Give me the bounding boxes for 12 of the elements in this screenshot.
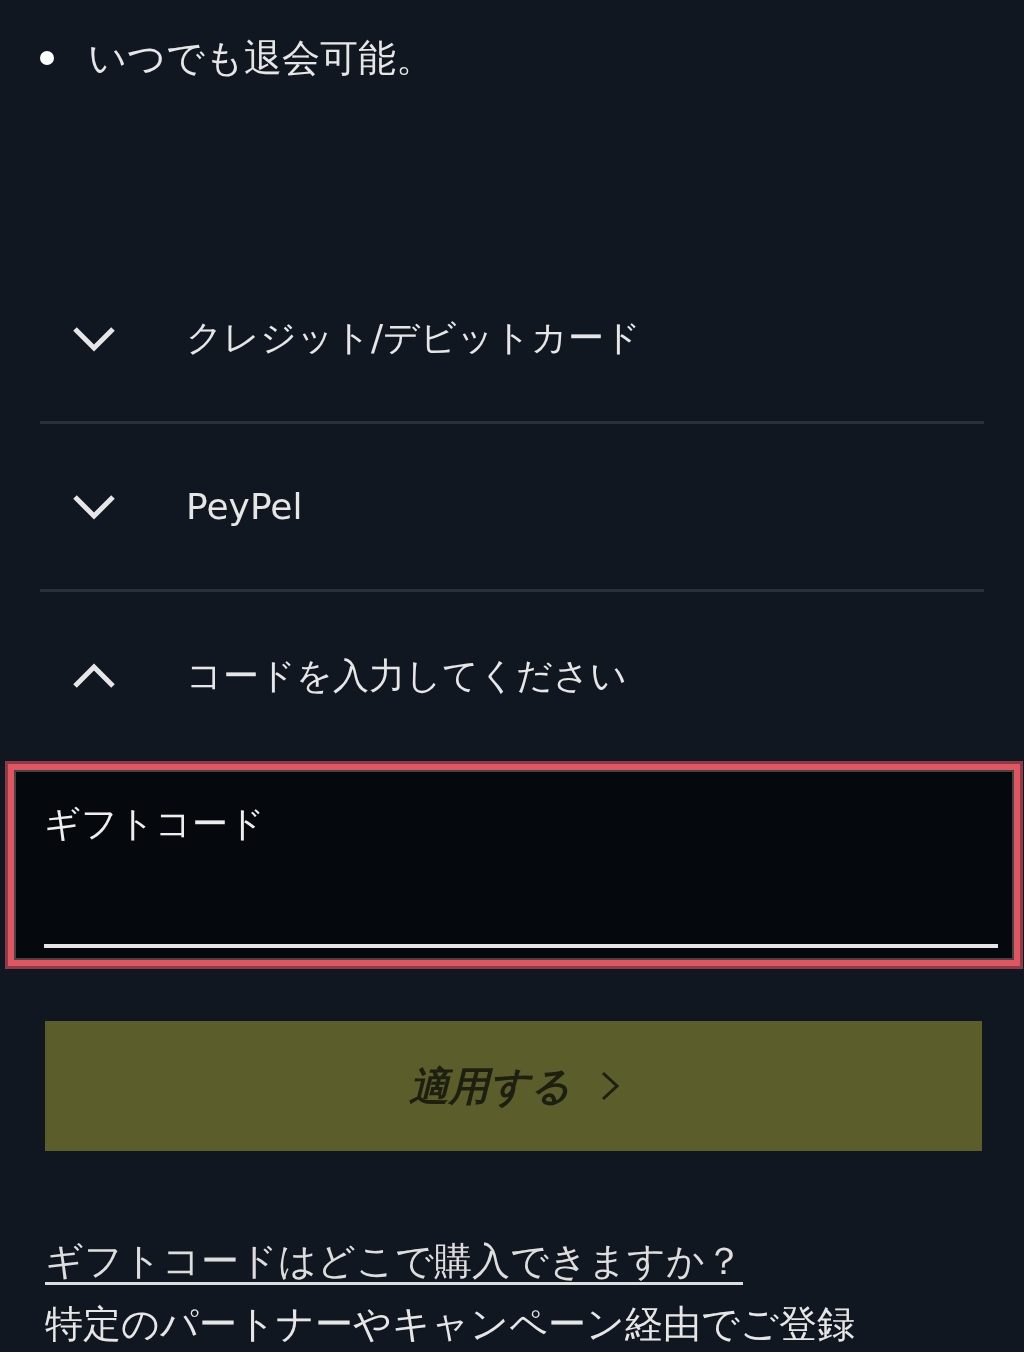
gift-code-field[interactable]: ギフトコード (8, 764, 1020, 966)
chevron-right-icon (600, 1071, 619, 1101)
accordion-item[interactable]: コードを入力してください (40, 592, 984, 760)
bullet-icon (40, 51, 54, 65)
chevron-down-icon (72, 493, 116, 520)
chevron-down-icon (72, 325, 116, 352)
chevron-up-icon (72, 663, 116, 689)
accordion-item[interactable]: PeyPel (40, 424, 984, 592)
note-text: 特定のパートナーやキャンペーン経由でご登録 (45, 1301, 856, 1348)
help-link[interactable]: ギフトコードはどこで購入できますか？ (45, 1236, 743, 1287)
accordion-item[interactable]: クレジット/デビットカード (40, 256, 984, 424)
bullet-text: いつでも退会可能。 (88, 34, 434, 82)
